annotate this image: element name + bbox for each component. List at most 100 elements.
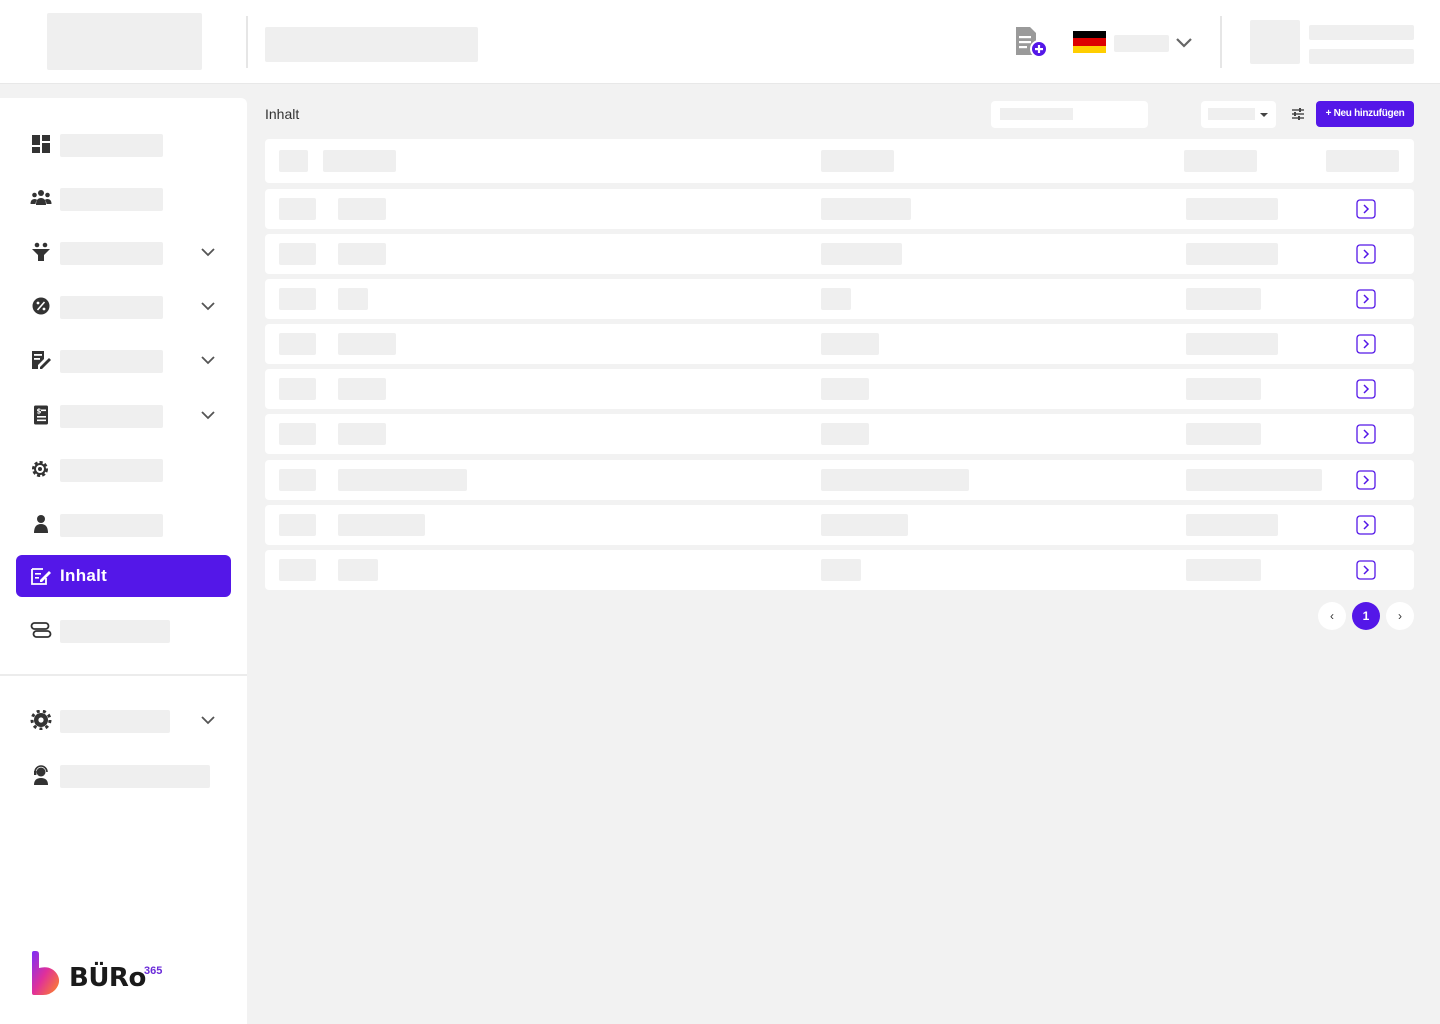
content-edit-icon <box>30 566 52 586</box>
chevron-down-icon[interactable] <box>1174 33 1194 51</box>
user-name-placeholder <box>1309 25 1414 40</box>
sliders-icon[interactable] <box>1290 106 1306 122</box>
sidebar-item-invoices[interactable]: $ <box>16 394 231 436</box>
column-header[interactable] <box>1326 150 1399 172</box>
table-cell-placeholder <box>338 198 386 220</box>
sidebar-item-content[interactable]: Inhalt <box>16 555 231 597</box>
sidebar-item-label <box>60 514 163 537</box>
chevron-down-icon <box>199 352 217 368</box>
chevron-down-icon <box>199 298 217 314</box>
table-cell-placeholder <box>279 333 316 355</box>
sidebar-item-label <box>60 242 163 265</box>
flag-germany-icon[interactable] <box>1073 31 1106 53</box>
table-cell-placeholder <box>338 333 396 355</box>
logo-wordmark: BÜRo <box>69 963 146 993</box>
sidebar-item-settings[interactable] <box>16 448 231 490</box>
header-logo-placeholder <box>47 13 202 70</box>
table-row[interactable] <box>265 189 1414 229</box>
table-cell-placeholder <box>1186 333 1278 355</box>
table-cell-placeholder <box>1186 378 1261 400</box>
sidebar-item-documents[interactable] <box>16 339 231 381</box>
chevron-down-icon <box>199 407 217 423</box>
sidebar-item-users[interactable] <box>16 177 231 219</box>
table-cell-placeholder <box>1186 288 1261 310</box>
sidebar-item-support[interactable] <box>16 754 231 796</box>
table-cell-placeholder <box>821 378 869 400</box>
person-icon <box>30 514 52 534</box>
language-label-placeholder <box>1114 35 1169 52</box>
sidebar-item-label <box>60 459 163 482</box>
table-cell-placeholder <box>1186 423 1261 445</box>
table-cell-placeholder <box>279 288 316 310</box>
sidebar-divider <box>0 674 247 676</box>
pagination-prev[interactable]: ‹ <box>1318 602 1346 630</box>
table-cell-placeholder <box>821 469 969 491</box>
table-row[interactable] <box>265 324 1414 364</box>
sidebar-item-funnel[interactable] <box>16 231 231 273</box>
chevron-right-icon[interactable] <box>1356 244 1376 264</box>
table-cell-placeholder <box>1186 198 1278 220</box>
table-cell-placeholder <box>821 198 911 220</box>
table-row[interactable] <box>265 369 1414 409</box>
column-header[interactable] <box>821 150 894 172</box>
column-header[interactable] <box>1184 150 1257 172</box>
table-cell-placeholder <box>279 243 316 265</box>
table-row[interactable] <box>265 460 1414 500</box>
table-row[interactable] <box>265 505 1414 545</box>
top-header <box>0 0 1440 84</box>
sidebar-item-general-settings[interactable] <box>16 699 231 741</box>
search-placeholder <box>1000 108 1073 120</box>
add-new-button[interactable]: + Neu hinzufügen <box>1316 101 1414 127</box>
table-cell-placeholder <box>338 288 368 310</box>
table-cell-placeholder <box>821 288 851 310</box>
chevron-right-icon[interactable] <box>1356 560 1376 580</box>
table-cell-placeholder <box>279 423 316 445</box>
table-cell-placeholder <box>279 469 316 491</box>
chevron-right-icon[interactable] <box>1356 379 1376 399</box>
table-cell-placeholder <box>821 243 902 265</box>
pagination-page-current[interactable]: 1 <box>1352 602 1380 630</box>
chevron-right-icon[interactable] <box>1356 470 1376 490</box>
filter-select[interactable] <box>1201 101 1276 128</box>
table-cell-placeholder <box>1186 243 1278 265</box>
header-divider <box>246 16 248 68</box>
table-row[interactable] <box>265 414 1414 454</box>
sidebar-item-label <box>60 710 170 733</box>
select-value-placeholder <box>1208 108 1255 120</box>
dashboard-icon <box>30 134 52 154</box>
chevron-right-icon[interactable] <box>1356 334 1376 354</box>
users-icon <box>30 188 52 208</box>
column-header[interactable] <box>323 150 396 172</box>
table-cell-placeholder <box>279 198 316 220</box>
chevron-right-icon[interactable] <box>1356 424 1376 444</box>
sidebar-item-discounts[interactable] <box>16 285 231 327</box>
table-row[interactable] <box>265 234 1414 274</box>
sidebar-item-label: Inhalt <box>60 566 108 585</box>
chevron-right-icon[interactable] <box>1356 515 1376 535</box>
table-row[interactable] <box>265 279 1414 319</box>
logo-superscript: 365 <box>144 965 163 977</box>
sidebar-item-profile[interactable] <box>16 503 231 545</box>
table-cell-placeholder <box>338 469 467 491</box>
sidebar-item-dashboard[interactable] <box>16 123 231 165</box>
sidebar-item-label <box>60 188 163 211</box>
file-add-icon[interactable] <box>1012 24 1052 60</box>
sidebar: $ Inhalt BÜRo 365 <box>0 98 247 1024</box>
sidebar-item-label <box>60 134 163 157</box>
chevron-right-icon[interactable] <box>1356 289 1376 309</box>
sidebar-item-routes[interactable] <box>16 609 231 651</box>
chevron-right-icon[interactable] <box>1356 199 1376 219</box>
caret-down-icon <box>1260 113 1268 117</box>
pagination-next[interactable]: › <box>1386 602 1414 630</box>
table-cell-placeholder <box>821 514 908 536</box>
table-cell-placeholder <box>338 243 386 265</box>
column-header[interactable] <box>279 150 308 172</box>
table-cell-placeholder <box>279 378 316 400</box>
table-cell-placeholder <box>1186 514 1278 536</box>
avatar[interactable] <box>1250 20 1300 64</box>
search-input[interactable] <box>991 101 1148 128</box>
svg-text:$: $ <box>37 408 42 416</box>
table-row[interactable] <box>265 550 1414 590</box>
table-cell-placeholder <box>1186 559 1261 581</box>
sidebar-item-label <box>60 405 163 428</box>
